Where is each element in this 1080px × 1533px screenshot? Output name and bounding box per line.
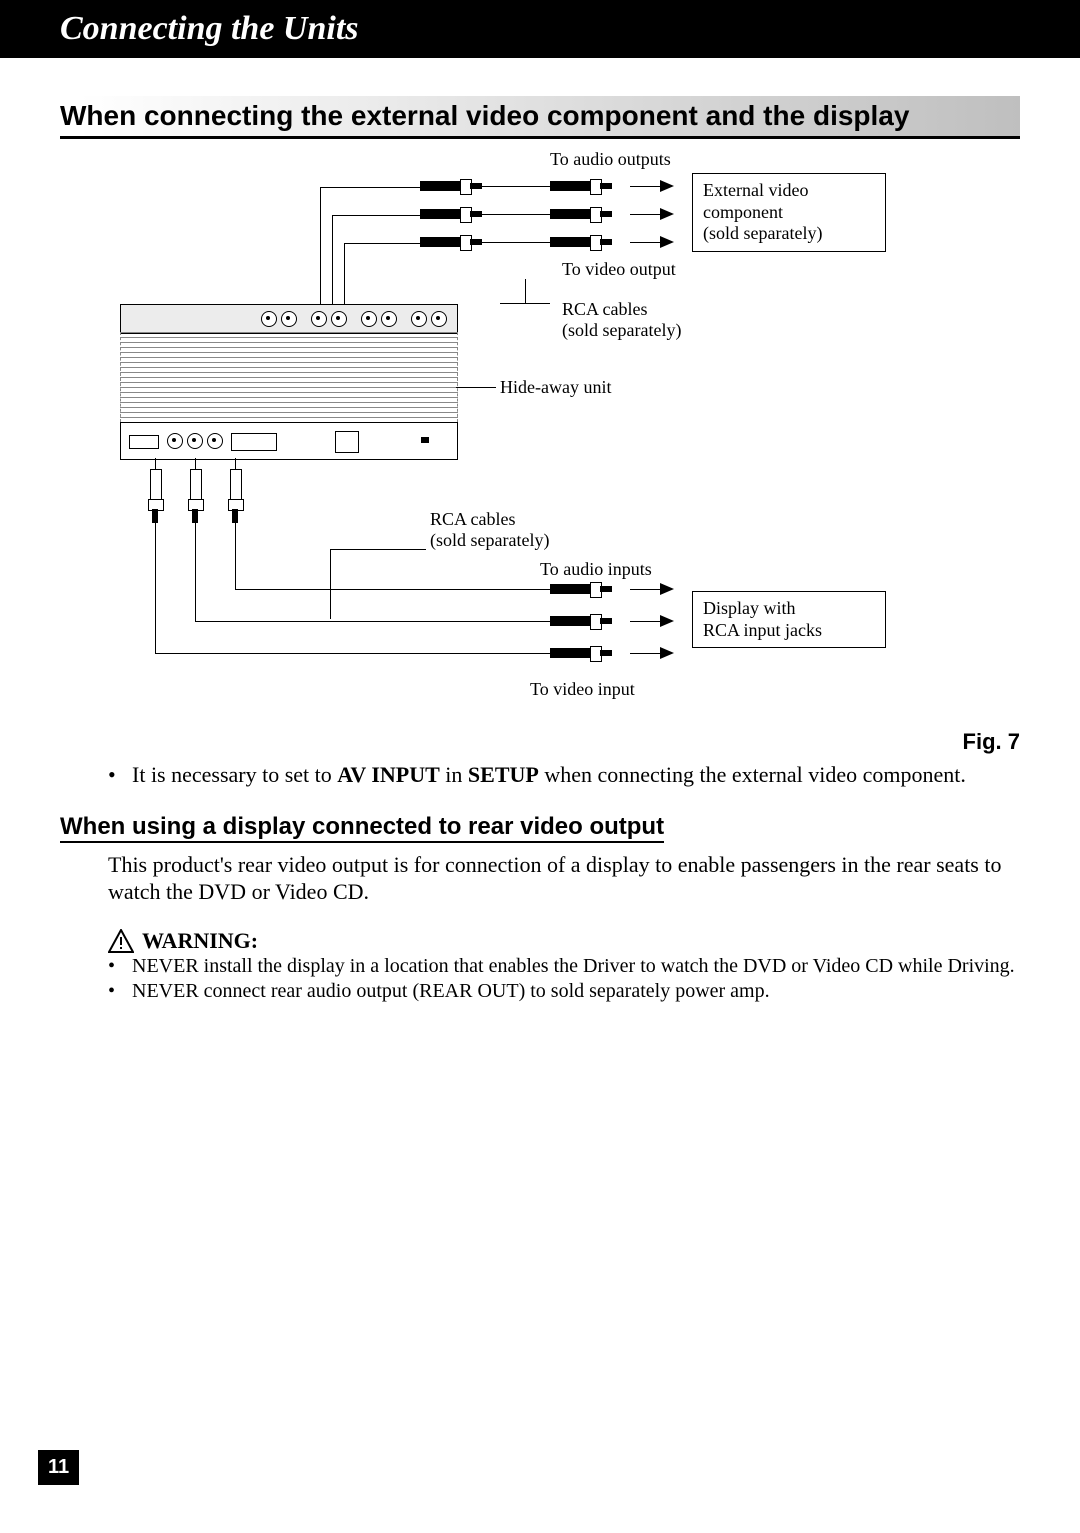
label-to-video-output: To video output xyxy=(562,259,676,280)
bullet-dot: • xyxy=(108,979,132,1004)
rca-plug-icon xyxy=(550,235,612,249)
warning-bullet-1: • NEVER install the display in a locatio… xyxy=(108,954,1020,979)
rca-plug-icon xyxy=(420,179,482,193)
warning-triangle-icon xyxy=(108,929,134,953)
box-display: Display with RCA input jacks xyxy=(692,591,886,648)
rca-plug-icon xyxy=(550,179,612,193)
label-to-video-input: To video input xyxy=(530,679,635,700)
warning-text: NEVER install the display in a location … xyxy=(132,954,1015,979)
wiring-diagram: To audio outputs To video output Externa… xyxy=(100,149,920,719)
rca-plug-icon xyxy=(188,469,202,523)
note-bold: AV INPUT xyxy=(337,762,440,787)
note-bold: SETUP xyxy=(468,762,539,787)
rca-plug-icon xyxy=(550,207,612,221)
label-to-audio-inputs: To audio inputs xyxy=(540,559,652,580)
rca-plug-icon xyxy=(148,469,162,523)
section-heading-2: When using a display connected to rear v… xyxy=(60,813,664,843)
label-rca-cables-lower: RCA cables (sold separately) xyxy=(430,509,549,551)
label-text: RCA cables xyxy=(430,509,516,529)
rca-plug-icon xyxy=(420,207,482,221)
box-line: Display with xyxy=(703,598,796,618)
box-line: RCA input jacks xyxy=(703,620,822,640)
figure-caption: Fig. 7 xyxy=(60,729,1020,755)
label-text: (sold separately) xyxy=(430,530,549,550)
rca-plug-icon xyxy=(550,614,612,628)
note-text: in xyxy=(440,762,468,787)
page-number: 11 xyxy=(38,1450,79,1485)
label-text: RCA cables xyxy=(562,299,648,319)
rca-plug-icon xyxy=(420,235,482,249)
box-line: External video xyxy=(703,180,808,200)
device-front-panel xyxy=(120,422,458,460)
section-2-body: This product's rear video output is for … xyxy=(108,851,1020,906)
box-line: (sold separately) xyxy=(703,223,822,243)
warning-text: NEVER connect rear audio output (REAR OU… xyxy=(132,979,770,1004)
box-external-video-component: External video component (sold separatel… xyxy=(692,173,886,252)
note-bullet: • It is necessary to set to AV INPUT in … xyxy=(108,761,1020,789)
note-text: when connecting the external video com­p… xyxy=(539,762,966,787)
rca-plug-icon xyxy=(228,469,242,523)
device-top-panel xyxy=(120,304,458,334)
rca-plug-icon xyxy=(550,582,612,596)
note-text: It is necessary to set to xyxy=(132,762,337,787)
bullet-dot: • xyxy=(108,761,132,789)
rca-plug-icon xyxy=(550,646,612,660)
label-rca-cables-upper: RCA cables (sold separately) xyxy=(562,299,681,341)
warning-label: WARNING: xyxy=(142,928,258,954)
warning-heading: WARNING: xyxy=(108,928,1020,954)
label-text: (sold separately) xyxy=(562,320,681,340)
label-hide-away-unit: Hide-away unit xyxy=(500,377,611,398)
box-line: component xyxy=(703,202,783,222)
warning-bullet-2: • NEVER connect rear audio output (REAR … xyxy=(108,979,1020,1004)
bullet-dot: • xyxy=(108,954,132,979)
label-to-audio-outputs: To audio outputs xyxy=(550,149,671,170)
section-heading-1: When connecting the external video compo… xyxy=(60,96,1020,139)
chapter-banner: Connecting the Units xyxy=(0,0,1080,58)
